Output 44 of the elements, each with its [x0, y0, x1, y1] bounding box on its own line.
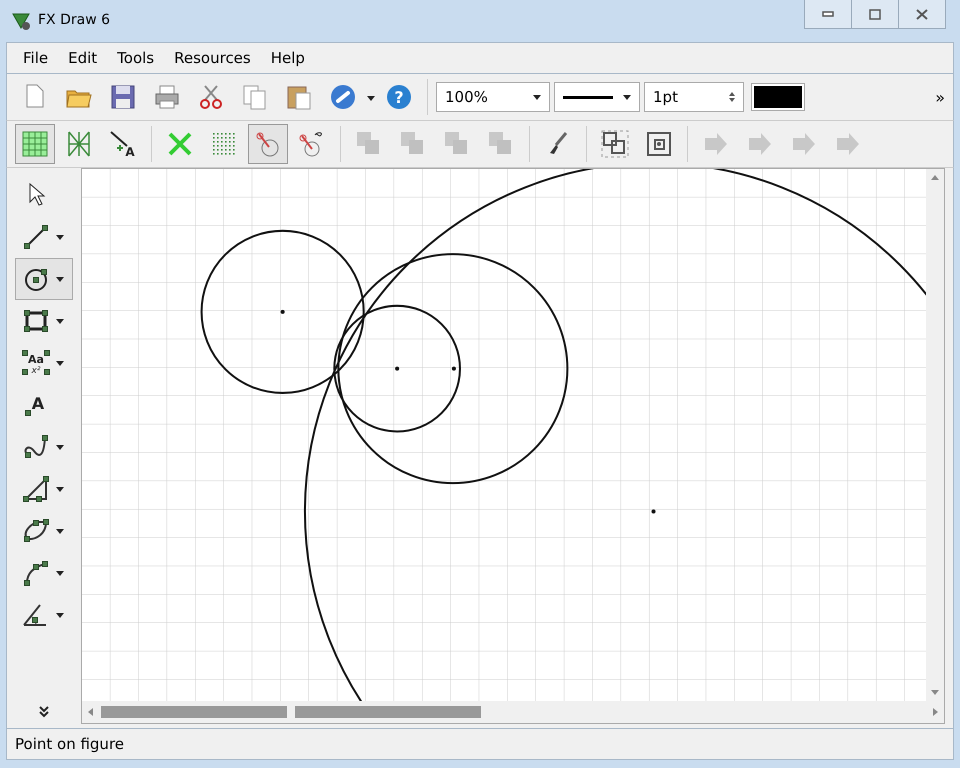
- pin-circle-button[interactable]: [248, 124, 288, 164]
- help-button[interactable]: ?: [379, 77, 419, 117]
- line-icon: [22, 223, 50, 251]
- rectangle-icon: [22, 307, 50, 335]
- chevron-down-icon[interactable]: [38, 706, 50, 718]
- scroll-up-icon[interactable]: [931, 175, 939, 180]
- grid-icon: [21, 130, 49, 158]
- polygon-icon: [22, 517, 50, 545]
- menu-item[interactable]: Tools: [109, 47, 162, 69]
- ungroup-icon: [645, 130, 673, 158]
- line-style-dropdown[interactable]: [554, 82, 640, 112]
- point-label-button[interactable]: A: [103, 124, 143, 164]
- overflow-button[interactable]: »: [935, 88, 945, 106]
- curve-icon: [22, 433, 50, 461]
- menu-item[interactable]: File: [15, 47, 56, 69]
- menu-item[interactable]: Help: [262, 47, 313, 69]
- window-title: FX Draw 6: [38, 12, 110, 28]
- scroll-down-icon[interactable]: [931, 690, 939, 695]
- scissors-icon: [197, 83, 225, 111]
- line-width-spinner[interactable]: 1pt: [644, 82, 744, 112]
- text-tool[interactable]: A: [15, 384, 73, 426]
- scrollbar-thumb[interactable]: [295, 706, 481, 718]
- spin-arrows-icon: [729, 92, 735, 102]
- menu-item[interactable]: Edit: [60, 47, 106, 69]
- scroll-right-icon[interactable]: [933, 708, 938, 716]
- cross-icon: [166, 130, 194, 158]
- arc-icon: [22, 559, 50, 587]
- scroll-left-icon[interactable]: [88, 708, 93, 716]
- circle-tool[interactable]: [15, 258, 73, 300]
- triangle-icon: [22, 475, 50, 503]
- printer-icon: [153, 83, 181, 111]
- grid-button[interactable]: [15, 124, 55, 164]
- zoom-dropdown[interactable]: 100%: [436, 82, 550, 112]
- text-box-tool[interactable]: Aa x²: [15, 342, 73, 384]
- caret-icon: [533, 94, 541, 100]
- caret-icon: [623, 94, 631, 100]
- help-icon: ?: [385, 83, 413, 111]
- group-icon: [601, 130, 629, 158]
- scrollbar-thumb[interactable]: [101, 706, 287, 718]
- caret-icon: [367, 96, 375, 101]
- status-text: Point on figure: [6, 728, 954, 760]
- color-swatch[interactable]: [752, 84, 804, 110]
- menu-item[interactable]: Resources: [166, 47, 259, 69]
- solid-line-icon: [563, 96, 613, 98]
